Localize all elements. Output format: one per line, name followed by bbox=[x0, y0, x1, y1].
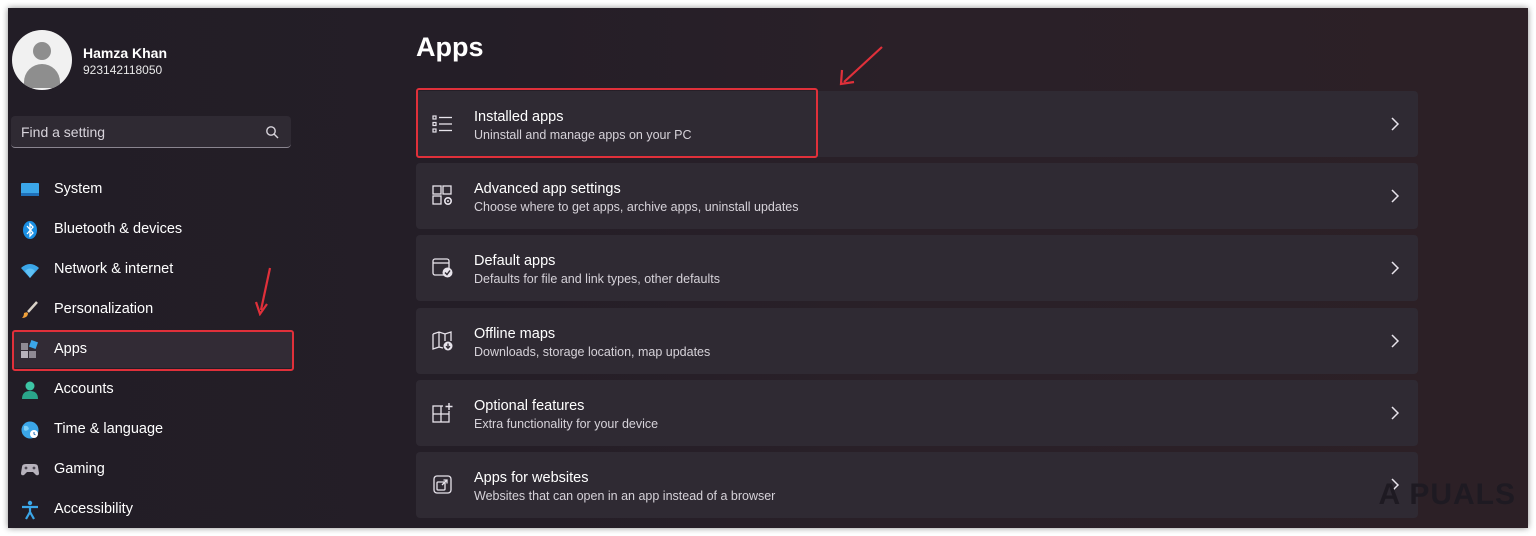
apps-websites-icon bbox=[433, 475, 452, 494]
card-subtitle: Downloads, storage location, map updates bbox=[474, 345, 711, 359]
avatar-head bbox=[33, 42, 51, 60]
default-apps-icon bbox=[432, 258, 453, 278]
apps-for-websites-card[interactable]: Apps for websites Websites that can open… bbox=[416, 452, 1418, 518]
gamepad-icon bbox=[21, 464, 39, 476]
offline-maps-card[interactable]: Offline maps Downloads, storage location… bbox=[416, 308, 1418, 374]
optional-features-icon bbox=[432, 402, 454, 423]
card-title: Default apps bbox=[474, 253, 556, 269]
wifi-icon bbox=[21, 264, 39, 278]
chevron-right-icon bbox=[1391, 261, 1400, 275]
user-id: 923142118050 bbox=[83, 63, 163, 77]
watermark-logo: A PUALS bbox=[1378, 478, 1516, 511]
accessibility-icon bbox=[22, 500, 38, 520]
apps-highlight-box bbox=[12, 330, 294, 371]
card-title: Advanced app settings bbox=[474, 181, 621, 197]
sidebar-item-system[interactable]: System bbox=[12, 172, 294, 208]
card-title: Offline maps bbox=[474, 326, 556, 342]
search-placeholder: Find a setting bbox=[21, 124, 106, 140]
sidebar-item-label: Personalization bbox=[54, 301, 154, 317]
user-name: Hamza Khan bbox=[83, 45, 168, 61]
bluetooth-icon bbox=[23, 221, 37, 239]
search-input[interactable]: Find a setting bbox=[11, 116, 291, 148]
advanced-app-settings-card[interactable]: Advanced app settings Choose where to ge… bbox=[416, 163, 1418, 229]
sidebar-item-label: Bluetooth & devices bbox=[54, 221, 183, 237]
annotation-arrow-icon bbox=[839, 46, 883, 86]
sidebar-item-label: Time & language bbox=[54, 421, 164, 437]
brush-icon bbox=[22, 301, 38, 318]
sidebar-item-time-language[interactable]: Time & language bbox=[12, 412, 294, 448]
sidebar-item-label: System bbox=[54, 181, 103, 197]
optional-features-card[interactable]: Optional features Extra functionality fo… bbox=[416, 380, 1418, 446]
settings-window: Hamza Khan 923142118050 Find a setting S… bbox=[8, 8, 1528, 528]
avatar-body bbox=[24, 64, 60, 88]
sidebar-item-label: Accessibility bbox=[54, 501, 133, 517]
chevron-right-icon bbox=[1391, 406, 1400, 420]
sidebar-item-label: Accounts bbox=[54, 381, 114, 397]
card-title: Apps for websites bbox=[474, 470, 589, 486]
card-title: Optional features bbox=[474, 398, 585, 414]
card-subtitle: Defaults for file and link types, other … bbox=[474, 272, 720, 286]
sidebar-item-bluetooth[interactable]: Bluetooth & devices bbox=[12, 212, 294, 248]
sidebar-item-gaming[interactable]: Gaming bbox=[12, 452, 294, 488]
chevron-right-icon bbox=[1391, 334, 1400, 348]
annotation-arrow-icon bbox=[254, 267, 272, 316]
globe-icon bbox=[21, 421, 39, 439]
sidebar-item-accounts[interactable]: Accounts bbox=[12, 372, 294, 408]
person-icon bbox=[22, 381, 38, 399]
card-subtitle: Choose where to get apps, archive apps, … bbox=[474, 200, 799, 214]
map-icon bbox=[432, 331, 453, 351]
search-icon bbox=[266, 126, 279, 139]
default-apps-card[interactable]: Default apps Defaults for file and link … bbox=[416, 235, 1418, 301]
chevron-right-icon bbox=[1391, 189, 1400, 203]
sidebar-item-label: Gaming bbox=[54, 461, 105, 477]
app-settings-icon bbox=[432, 185, 453, 206]
card-subtitle: Websites that can open in an app instead… bbox=[474, 489, 776, 503]
card-subtitle: Extra functionality for your device bbox=[474, 417, 659, 431]
sidebar-item-label: Network & internet bbox=[54, 261, 174, 277]
chevron-right-icon bbox=[1391, 117, 1400, 131]
avatar[interactable] bbox=[12, 30, 72, 90]
page-title: Apps bbox=[416, 32, 484, 62]
system-icon bbox=[21, 183, 39, 196]
sidebar-item-accessibility[interactable]: Accessibility bbox=[12, 492, 294, 528]
installed-apps-highlight-box bbox=[416, 88, 818, 158]
